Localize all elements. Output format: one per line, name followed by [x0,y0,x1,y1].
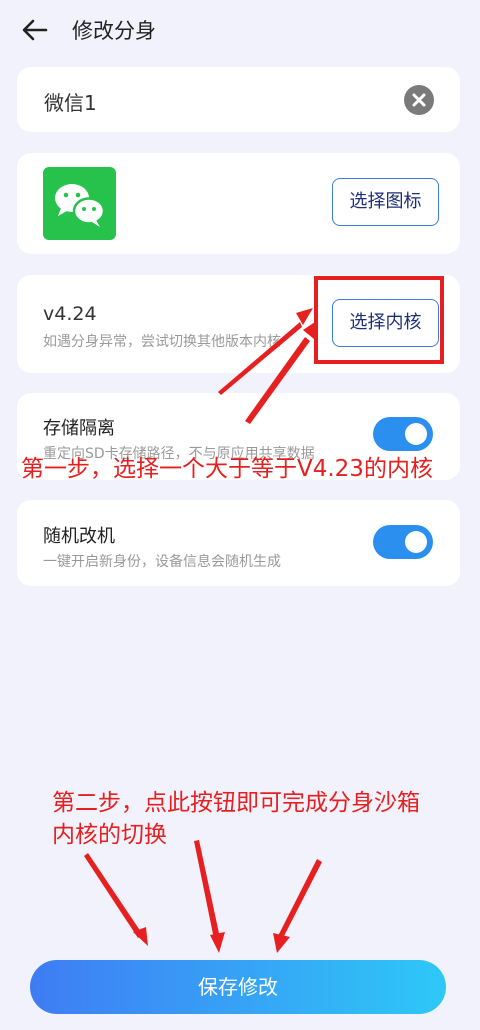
step1-annotation: 第一步，选择一个大于等于V4.23的内核 [21,456,433,482]
arrow-icon [210,932,225,953]
annotation-arrows [84,308,322,953]
arrow-icon [278,859,322,938]
step2-annotation-line1: 第二步，点此按钮即可完成分身沙箱 [52,790,420,816]
arrow-icon [245,337,310,424]
arrow-icon [273,933,290,953]
arrow-icon [84,853,143,938]
arrow-icon [296,308,313,325]
arrow-icon [303,320,318,339]
step2-annotation-line2: 内核的切换 [52,822,167,848]
arrow-icon [218,322,302,395]
arrow-icon [194,840,220,939]
